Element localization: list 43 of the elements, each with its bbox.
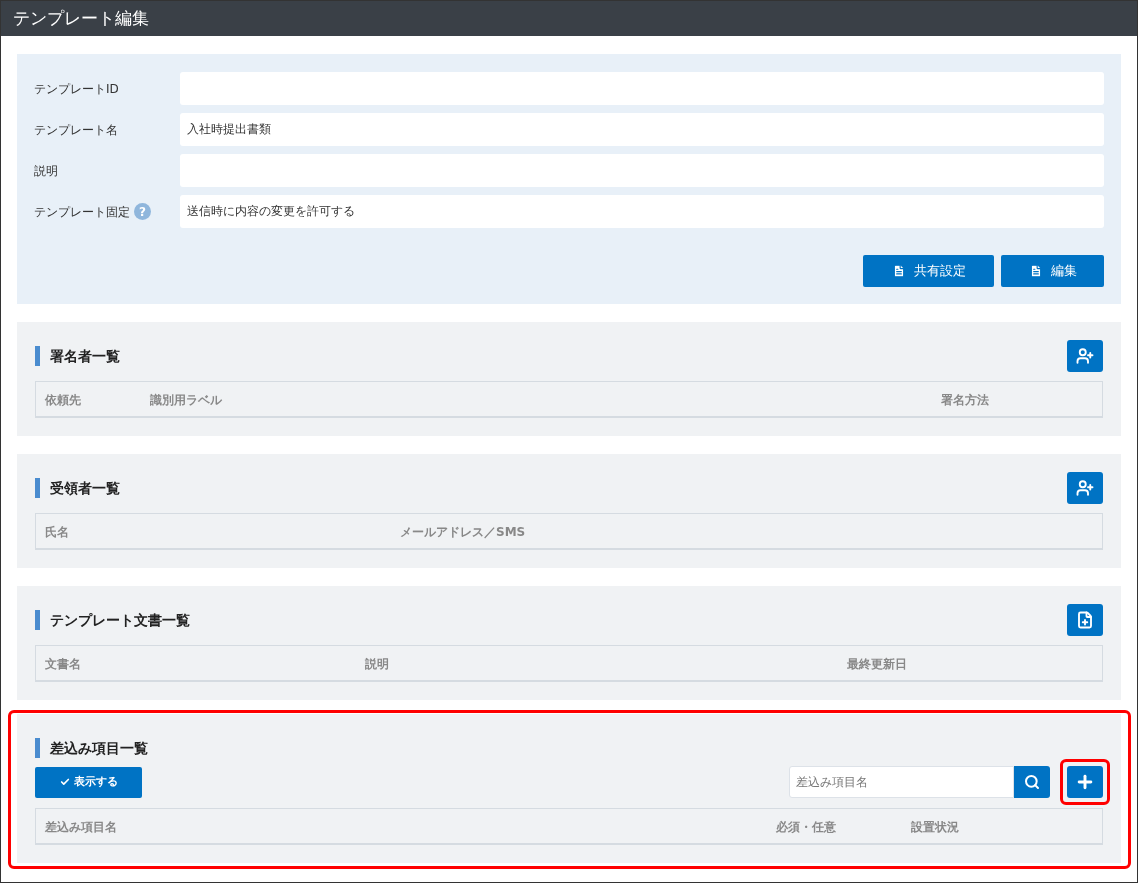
- text-field[interactable]: 入社時提出書類: [180, 113, 1104, 146]
- add-button[interactable]: [1067, 472, 1103, 504]
- add-button[interactable]: [1067, 766, 1103, 798]
- document-icon: [891, 264, 906, 278]
- column-header: 差込み項目名: [45, 820, 117, 834]
- field-label: 説明: [34, 162, 58, 180]
- check-icon: [59, 777, 70, 787]
- search-icon: [1024, 774, 1040, 790]
- column-header: 設置状況: [911, 820, 959, 834]
- column-header: 説明: [365, 657, 389, 671]
- column-header: メールアドレス／SMS: [400, 525, 526, 539]
- action-button[interactable]: 編集: [1001, 255, 1104, 287]
- section-title: 差込み項目一覧: [50, 738, 148, 758]
- column-header: 氏名: [45, 525, 69, 539]
- field-label: テンプレートID: [34, 80, 119, 98]
- section-accent: [35, 346, 40, 366]
- search-field[interactable]: 差込み項目名: [789, 766, 1014, 798]
- person-add-icon: [1076, 347, 1094, 365]
- field-label: テンプレート固定: [34, 203, 130, 221]
- column-header: 文書名: [45, 657, 81, 671]
- add-button[interactable]: [1067, 340, 1103, 372]
- column-header: 依頼先: [45, 393, 81, 407]
- section-title: 署名者一覧: [50, 346, 120, 366]
- window-title: テンプレート編集: [13, 6, 149, 30]
- person-add-icon: [1076, 479, 1094, 497]
- action-button[interactable]: 共有設定: [863, 255, 994, 287]
- section-title: テンプレート文書一覧: [50, 610, 190, 630]
- column-header: 識別用ラベル: [150, 393, 222, 407]
- text-field[interactable]: 送信時に内容の変更を許可する: [180, 195, 1104, 228]
- section-accent: [35, 478, 40, 498]
- search-button[interactable]: [1014, 766, 1050, 798]
- file-add-icon: [1076, 611, 1094, 629]
- show-button[interactable]: 表示する: [35, 766, 142, 798]
- add-button[interactable]: [1067, 604, 1103, 636]
- field-label: テンプレート名: [34, 121, 118, 139]
- column-header: 最終更新日: [847, 657, 907, 671]
- section-accent: [35, 610, 40, 630]
- plus-icon: [1075, 772, 1095, 792]
- column-header: 署名方法: [941, 393, 989, 407]
- section-title: 受領者一覧: [50, 478, 120, 498]
- section-accent: [35, 738, 40, 758]
- document-icon: [1028, 264, 1043, 278]
- column-header: 必須・任意: [776, 820, 836, 834]
